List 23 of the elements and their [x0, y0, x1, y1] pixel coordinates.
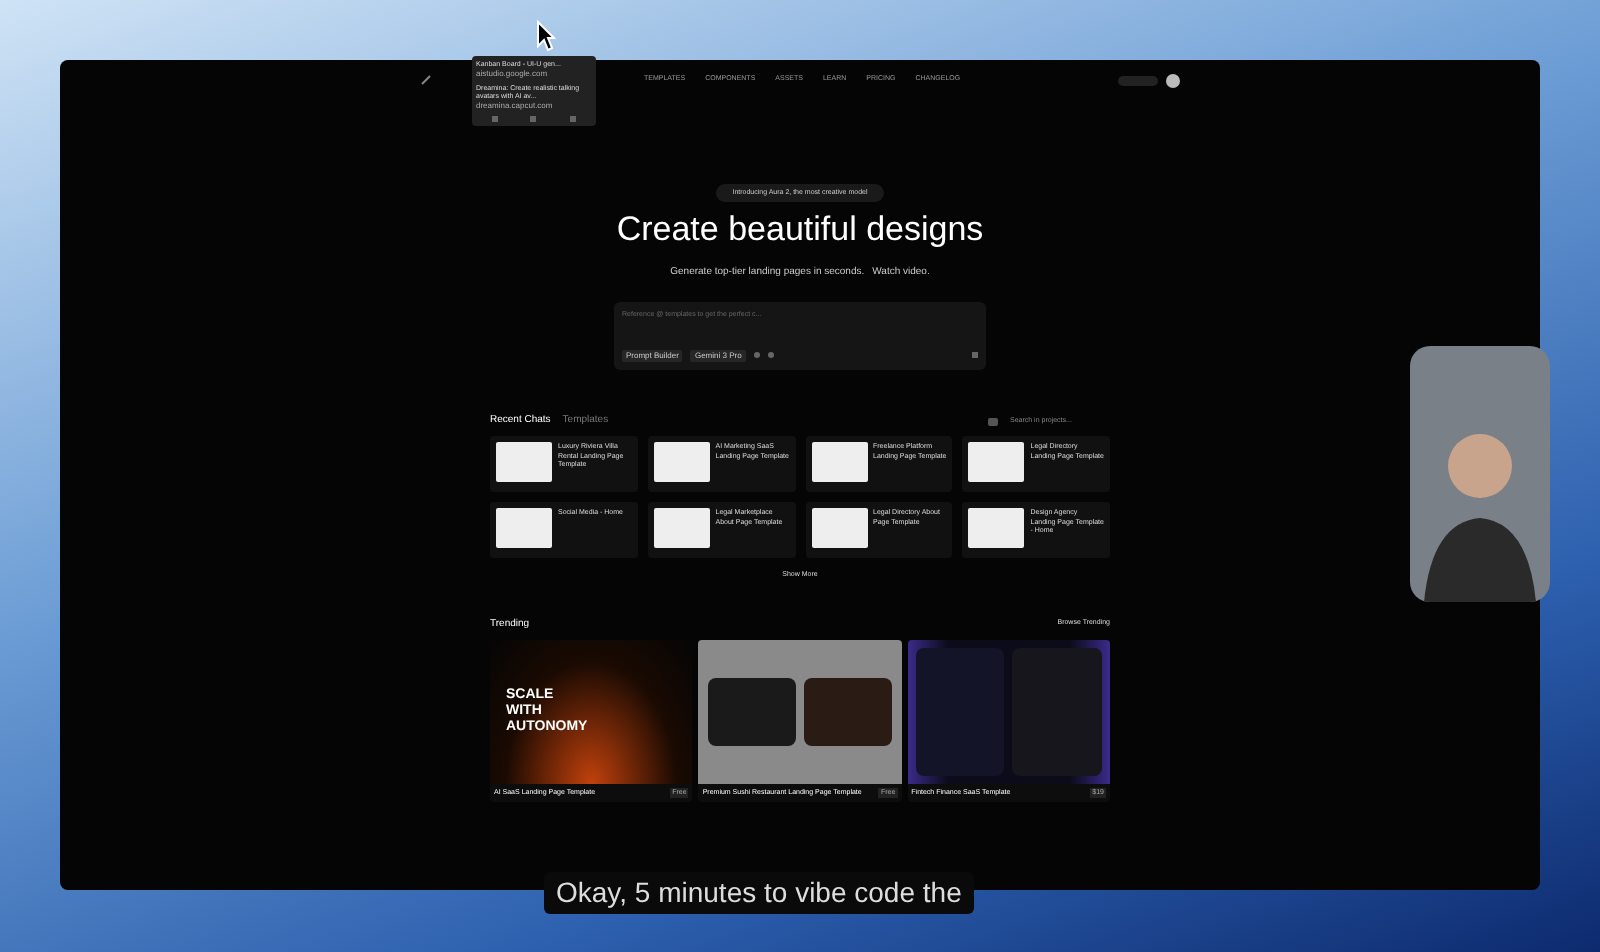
thumbnail — [968, 442, 1025, 483]
thumbnail — [496, 508, 552, 549]
photo-placeholder — [803, 678, 892, 746]
grid-view-icon[interactable] — [988, 417, 998, 425]
thumbnail — [968, 508, 1025, 549]
action-icon[interactable] — [569, 116, 576, 122]
thumbnail — [811, 508, 867, 549]
thumbnail — [496, 442, 552, 483]
thumbnail — [653, 508, 710, 549]
dashboard-preview — [1012, 648, 1102, 776]
logo-icon — [420, 74, 432, 86]
thumbnail — [811, 442, 867, 483]
send-button[interactable] — [972, 352, 978, 359]
thumbnail — [653, 442, 710, 483]
video-caption: Okay, 5 minutes to vibe code the — [544, 872, 974, 914]
dashboard-preview — [915, 648, 1005, 776]
theme-toggle[interactable] — [1118, 75, 1158, 85]
hero-title: Create beautiful designs — [616, 210, 984, 251]
action-icon[interactable] — [492, 116, 499, 122]
photo-placeholder — [707, 678, 796, 746]
cursor-icon — [536, 20, 556, 52]
action-icon[interactable] — [530, 116, 537, 122]
avatar-icon[interactable] — [1166, 73, 1180, 87]
